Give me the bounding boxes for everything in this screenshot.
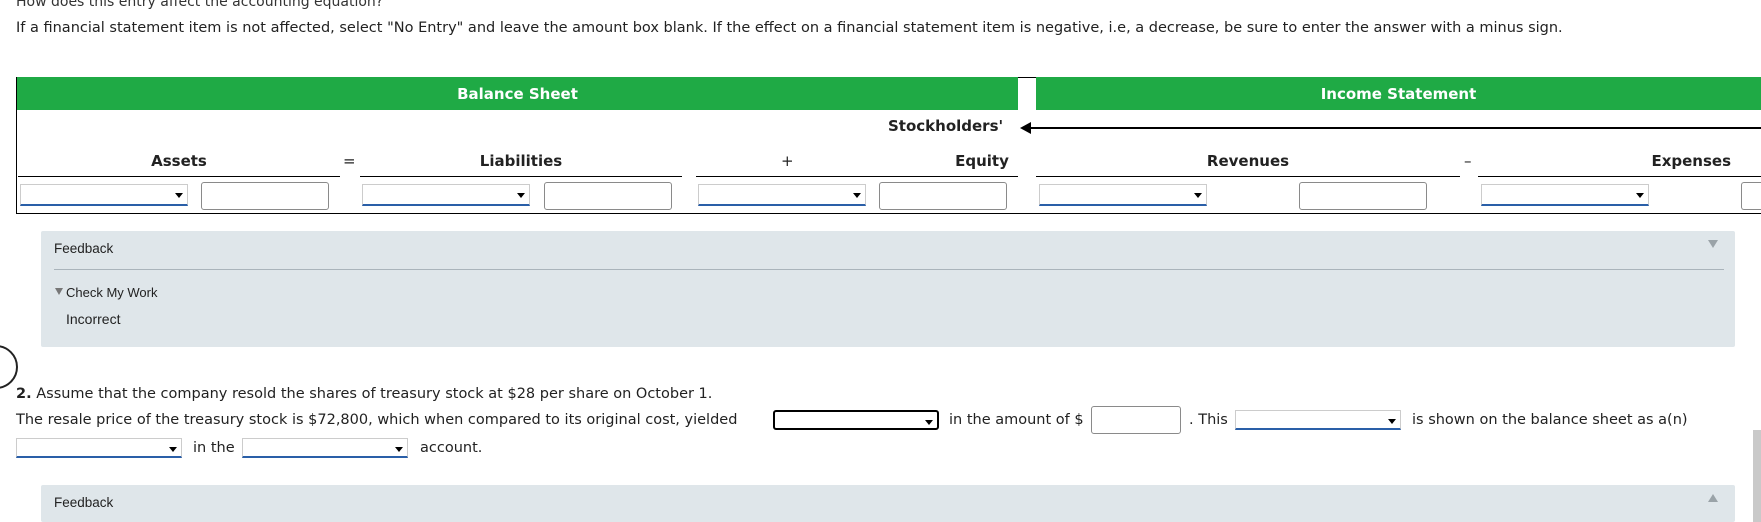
feedback-title: Feedback (54, 241, 114, 256)
feedback-panel-2 (41, 485, 1735, 522)
q2-number: 2. (16, 386, 32, 402)
revenues-label: Revenues (1206, 152, 1290, 170)
liabilities-underline (360, 176, 682, 177)
feedback-panel (41, 231, 1735, 347)
yield-type-select[interactable] (773, 410, 939, 430)
equity-amount-input[interactable] (879, 182, 1007, 210)
q2-sentence-part4: is shown on the balance sheet as a(n) (1412, 412, 1688, 428)
balance-sheet-type-select[interactable] (16, 438, 182, 458)
balance-sheet-header: Balance Sheet (17, 77, 1018, 110)
feedback-title-2: Feedback (54, 495, 114, 510)
expenses-effect-select[interactable] (1481, 184, 1649, 206)
q2-sentence-part3: . This (1189, 412, 1228, 428)
q2-sentence-part6: account. (420, 440, 483, 456)
revenues-effect-select[interactable] (1039, 184, 1207, 206)
income-statement-header: Income Statement (1036, 77, 1761, 110)
result-text: Incorrect (66, 311, 121, 327)
q2-prompt: 2. Assume that the company resold the sh… (16, 386, 712, 402)
revenues-underline (1036, 176, 1460, 177)
assets-underline (18, 176, 340, 177)
liabilities-effect-select[interactable] (362, 184, 530, 206)
circle-marker (0, 345, 18, 389)
check-my-work-toggle[interactable]: Check My Work (66, 285, 158, 300)
expenses-underline (1478, 176, 1761, 177)
assets-amount-input[interactable] (201, 182, 329, 210)
revenues-amount-input[interactable] (1299, 182, 1427, 210)
expand-icon[interactable] (1708, 494, 1718, 502)
liabilities-amount-input[interactable] (544, 182, 672, 210)
q2-sentence-part5: in the (193, 440, 235, 456)
arrow-line (1028, 127, 1761, 129)
q2-sentence-part2: in the amount of $ (949, 412, 1084, 428)
q2-prompt-text: Assume that the company resold the share… (36, 386, 713, 402)
assets-effect-select[interactable] (20, 184, 188, 206)
question-text: How does this entry affect the accountin… (16, 0, 384, 10)
expand-toggle-icon[interactable] (55, 288, 63, 295)
this-item-select[interactable] (1235, 410, 1401, 430)
assets-label: Assets (151, 152, 207, 170)
instructions-text: If a financial statement item is not aff… (16, 20, 1563, 36)
liabilities-label: Liabilities (479, 152, 563, 170)
scrollbar[interactable] (1753, 430, 1761, 522)
feedback-divider (54, 269, 1724, 270)
equals-sign: = (343, 152, 356, 170)
equity-effect-select[interactable] (698, 184, 866, 206)
yield-amount-input[interactable] (1091, 406, 1181, 434)
equity-underline (696, 176, 1018, 177)
collapse-icon[interactable] (1708, 240, 1718, 248)
q2-sentence-part1: The resale price of the treasury stock i… (16, 412, 738, 428)
equity-label: Equity (955, 152, 1009, 170)
expenses-amount-input[interactable] (1741, 182, 1761, 210)
stockholders-label: Stockholders' (888, 117, 1004, 135)
account-select[interactable] (242, 438, 408, 458)
expenses-label: Expenses (1651, 152, 1731, 170)
minus-sign: – (1464, 152, 1472, 170)
